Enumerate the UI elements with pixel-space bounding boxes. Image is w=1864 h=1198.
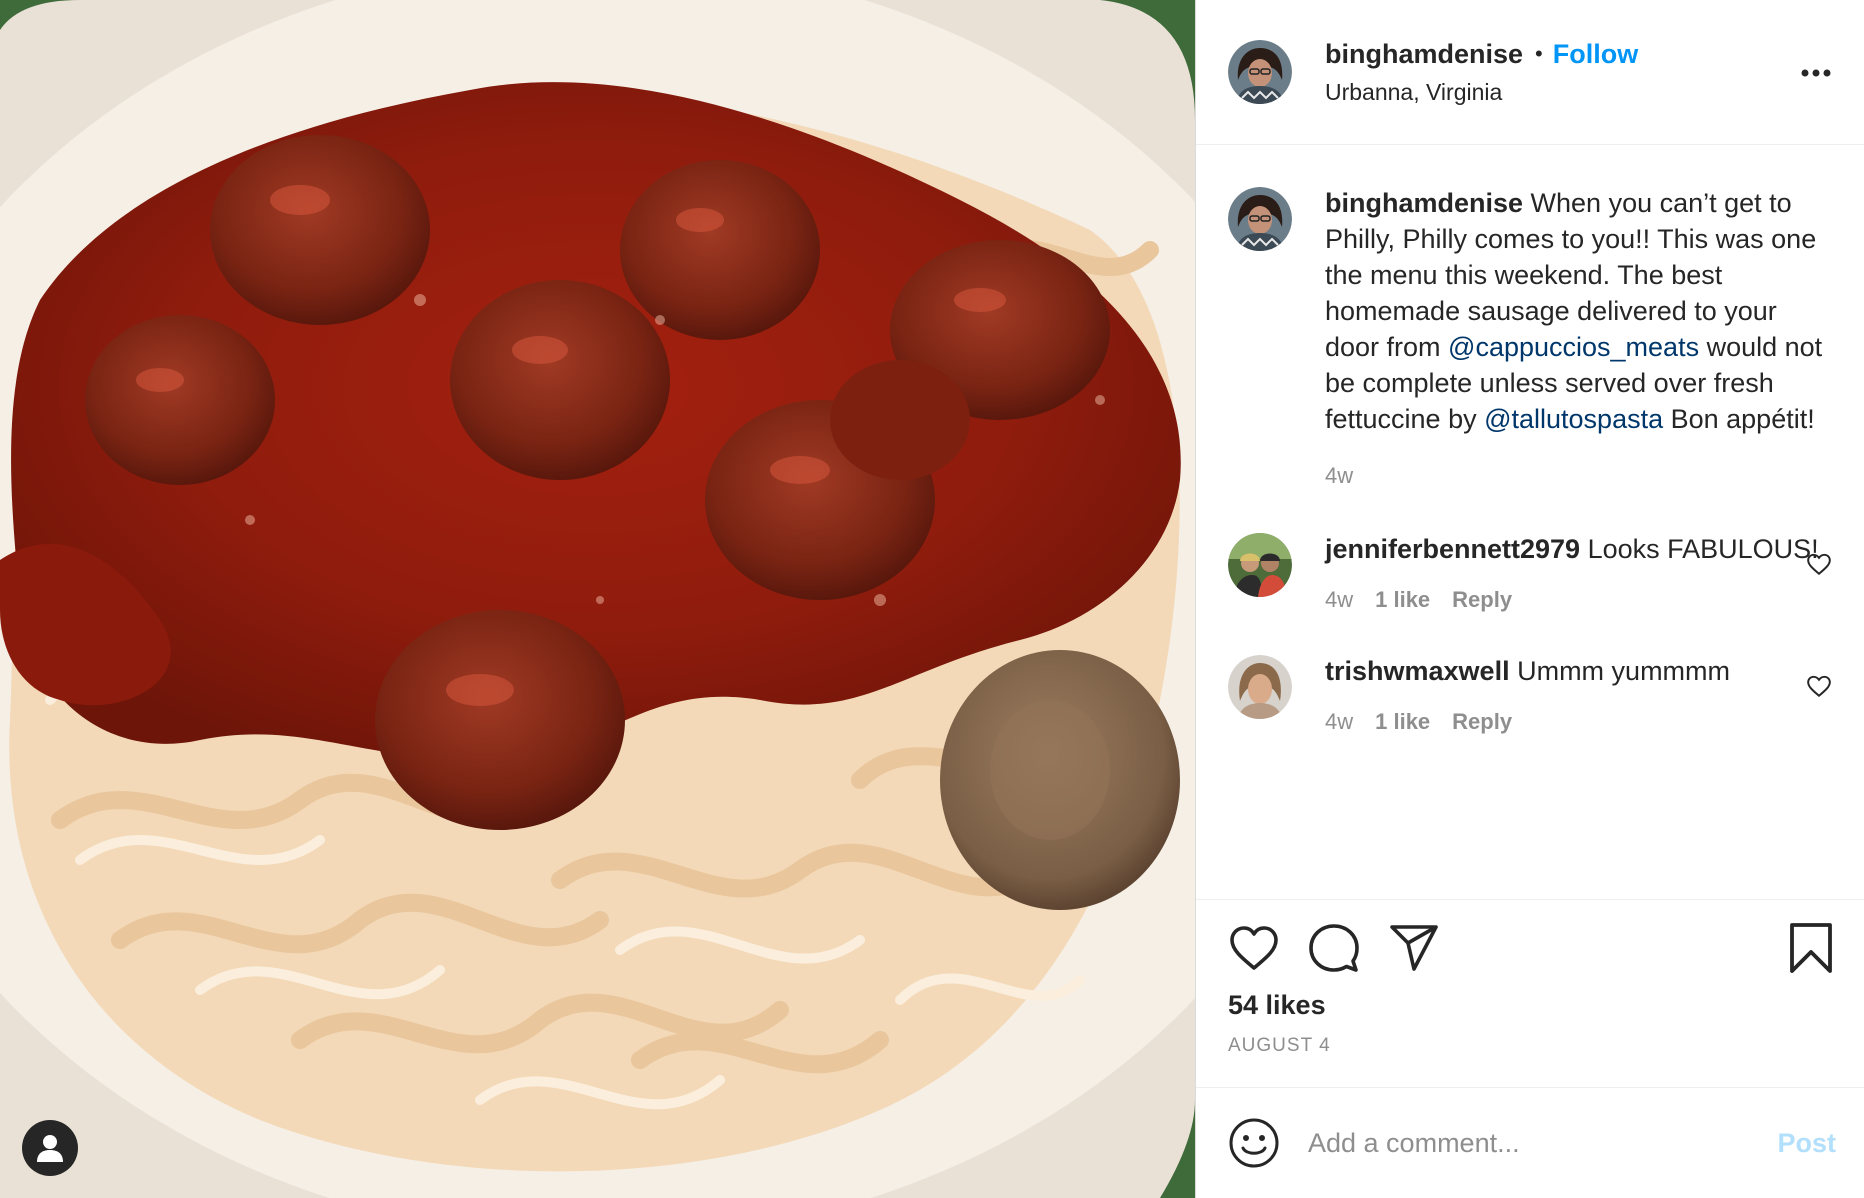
comment-item: jenniferbennett2979 Looks FABULOUS! 4w 1… — [1228, 531, 1836, 613]
comment-text: jenniferbennett2979 Looks FABULOUS! — [1325, 531, 1835, 567]
comment-timestamp[interactable]: 4w — [1325, 709, 1353, 735]
reply-button[interactable]: Reply — [1452, 587, 1512, 613]
comment-body: Looks FABULOUS! — [1580, 534, 1819, 564]
like-button[interactable] — [1228, 922, 1280, 974]
pasta-photo-image — [0, 0, 1195, 1198]
likes-count[interactable]: 54 likes — [1228, 990, 1836, 1021]
comments-list: binghamdenise When you can’t get to Phil… — [1196, 145, 1864, 899]
commenter-avatar[interactable] — [1228, 533, 1292, 597]
comment-item: trishwmaxwell Ummm yummmm 4w 1 like Repl… — [1228, 653, 1836, 735]
share-icon — [1390, 925, 1438, 971]
caption-timestamp[interactable]: 4w — [1325, 463, 1353, 489]
post-comment-button[interactable]: Post — [1777, 1128, 1836, 1159]
caption-username[interactable]: binghamdenise — [1325, 188, 1523, 218]
post-photo[interactable] — [0, 0, 1195, 1198]
author-username[interactable]: binghamdenise — [1325, 39, 1523, 70]
comment-like-heart-icon[interactable] — [1806, 673, 1832, 699]
comment-username[interactable]: trishwmaxwell — [1325, 656, 1510, 686]
comment-icon — [1309, 924, 1359, 972]
avatar-image — [1228, 533, 1292, 597]
add-comment-bar: Post — [1196, 1087, 1864, 1198]
more-options-icon — [1801, 69, 1831, 77]
comment-timestamp[interactable]: 4w — [1325, 587, 1353, 613]
bookmark-icon[interactable] — [1786, 922, 1836, 974]
separator-dot: • — [1535, 41, 1543, 66]
share-button[interactable] — [1388, 922, 1440, 974]
reply-button[interactable]: Reply — [1452, 709, 1512, 735]
comment-like-heart-icon[interactable] — [1806, 551, 1832, 577]
post-date: AUGUST 4 — [1228, 1035, 1331, 1056]
post-location[interactable]: Urbanna, Virginia — [1325, 79, 1638, 106]
mention-tallutospasta[interactable]: @tallutospasta — [1484, 404, 1663, 434]
instagram-post: binghamdenise • Follow Urbanna, Virginia — [0, 0, 1864, 1198]
caption-text-part-3: Bon appétit! — [1663, 404, 1815, 434]
heart-icon — [1230, 926, 1278, 970]
comment-likes[interactable]: 1 like — [1375, 587, 1430, 613]
add-comment-input[interactable] — [1306, 1126, 1778, 1160]
post-actions: 54 likes AUGUST 4 — [1196, 899, 1864, 1087]
comment-username[interactable]: jenniferbennett2979 — [1325, 534, 1580, 564]
comment-text: trishwmaxwell Ummm yummmm — [1325, 653, 1835, 689]
post-header: binghamdenise • Follow Urbanna, Virginia — [1196, 0, 1864, 145]
follow-button[interactable]: Follow — [1553, 39, 1638, 70]
comment-likes[interactable]: 1 like — [1375, 709, 1430, 735]
mention-cappuccios-meats[interactable]: @cappuccios_meats — [1448, 332, 1699, 362]
author-avatar[interactable] — [1228, 40, 1292, 104]
user-icon — [37, 1135, 63, 1162]
emoji-icon[interactable] — [1228, 1117, 1280, 1169]
caption-author-avatar[interactable] — [1228, 187, 1292, 251]
avatar-image — [1228, 655, 1292, 719]
comment-body: Ummm yummmm — [1509, 656, 1731, 686]
caption-text: binghamdenise When you can’t get to Phil… — [1325, 185, 1835, 437]
more-options-button[interactable] — [1796, 58, 1836, 88]
post-caption: binghamdenise When you can’t get to Phil… — [1228, 185, 1836, 489]
avatar-image — [1228, 40, 1292, 104]
tagged-users-button[interactable] — [22, 1120, 78, 1176]
commenter-avatar[interactable] — [1228, 655, 1292, 719]
post-side-panel: binghamdenise • Follow Urbanna, Virginia — [1195, 0, 1864, 1198]
comment-button[interactable] — [1308, 922, 1360, 974]
avatar-image — [1228, 187, 1292, 251]
